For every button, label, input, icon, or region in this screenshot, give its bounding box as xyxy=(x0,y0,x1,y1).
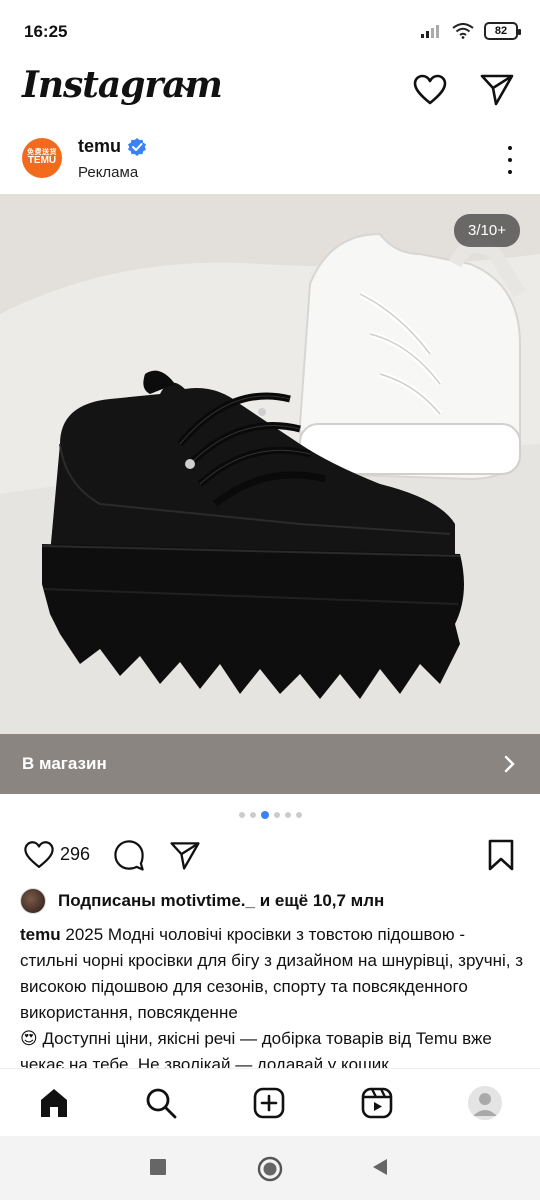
profile-avatar xyxy=(468,1086,502,1120)
caption-username[interactable]: temu xyxy=(20,925,61,944)
signal-icon xyxy=(421,25,439,38)
caption-text: 2025 Модні чоловічі кросівки з товстою п… xyxy=(20,925,523,1022)
wifi-icon xyxy=(452,23,474,39)
reels-icon xyxy=(361,1087,393,1119)
like-icon[interactable] xyxy=(22,838,56,872)
username-row: temu xyxy=(78,136,147,157)
status-time: 16:25 xyxy=(24,22,68,41)
nav-profile[interactable] xyxy=(467,1085,503,1121)
carousel-dot xyxy=(284,812,291,818)
status-bar: 16:25 82 xyxy=(0,0,540,64)
search-icon xyxy=(146,1088,177,1119)
avatar-text: TEMU xyxy=(27,155,57,167)
carousel-dot xyxy=(238,812,245,818)
followed-by-text: Подписаны motivtime._ и ещё 10,7 млн xyxy=(58,891,385,910)
post-image[interactable]: 3/10+ xyxy=(0,194,540,734)
caption-text-2: 😍 Доступні ціни, якісні речі — добірка т… xyxy=(20,1029,492,1068)
verified-badge-icon xyxy=(128,137,147,156)
add-post-icon xyxy=(253,1087,285,1119)
sneakers-photo xyxy=(0,194,540,734)
like-count[interactable]: 296 xyxy=(60,844,90,865)
carousel-dot xyxy=(249,812,256,818)
more-options-icon[interactable] xyxy=(500,146,520,174)
carousel-dot xyxy=(295,812,302,818)
sponsored-label: Реклама xyxy=(78,164,139,181)
media-counter-badge: 3/10+ xyxy=(454,214,520,247)
temu-avatar[interactable]: 免费送货 TEMU xyxy=(22,138,62,178)
home-button-icon[interactable] xyxy=(257,1156,283,1182)
recent-apps-icon[interactable] xyxy=(148,1156,168,1178)
share-icon[interactable] xyxy=(168,838,202,872)
post-username[interactable]: temu xyxy=(78,136,121,157)
nav-home[interactable] xyxy=(36,1085,72,1121)
back-icon[interactable] xyxy=(370,1156,390,1178)
app-header: Instagram xyxy=(0,64,540,124)
carousel-indicator xyxy=(0,811,540,819)
bookmark-icon[interactable] xyxy=(486,838,516,872)
system-navigation xyxy=(0,1136,540,1200)
comment-icon[interactable] xyxy=(112,838,146,872)
nav-create[interactable] xyxy=(251,1085,287,1121)
post-header: 免费送货 TEMU temu Реклама xyxy=(0,128,540,192)
nav-search[interactable] xyxy=(143,1085,179,1121)
carousel-dot xyxy=(273,812,280,818)
chevron-down-icon[interactable] xyxy=(178,78,196,96)
status-icons: 82 xyxy=(420,22,521,40)
heart-icon[interactable] xyxy=(410,70,450,110)
followed-by-row[interactable]: Подписаны motivtime._ и ещё 10,7 млн xyxy=(20,888,384,914)
home-icon xyxy=(41,1089,67,1117)
post-caption[interactable]: temu 2025 Модні чоловічі кросівки з товс… xyxy=(20,922,525,1068)
chevron-right-icon xyxy=(504,755,515,773)
carousel-dot-active xyxy=(260,811,269,819)
shop-now-label: В магазин xyxy=(22,754,107,773)
shop-now-button[interactable]: В магазин xyxy=(0,734,540,794)
follower-avatar xyxy=(20,888,46,914)
bottom-navigation xyxy=(0,1068,540,1136)
direct-message-icon[interactable] xyxy=(478,70,516,108)
nav-reels[interactable] xyxy=(359,1085,395,1121)
battery-icon: 82 xyxy=(484,22,521,40)
post-actions: 296 xyxy=(0,836,540,876)
profile-placeholder-icon xyxy=(468,1086,502,1120)
